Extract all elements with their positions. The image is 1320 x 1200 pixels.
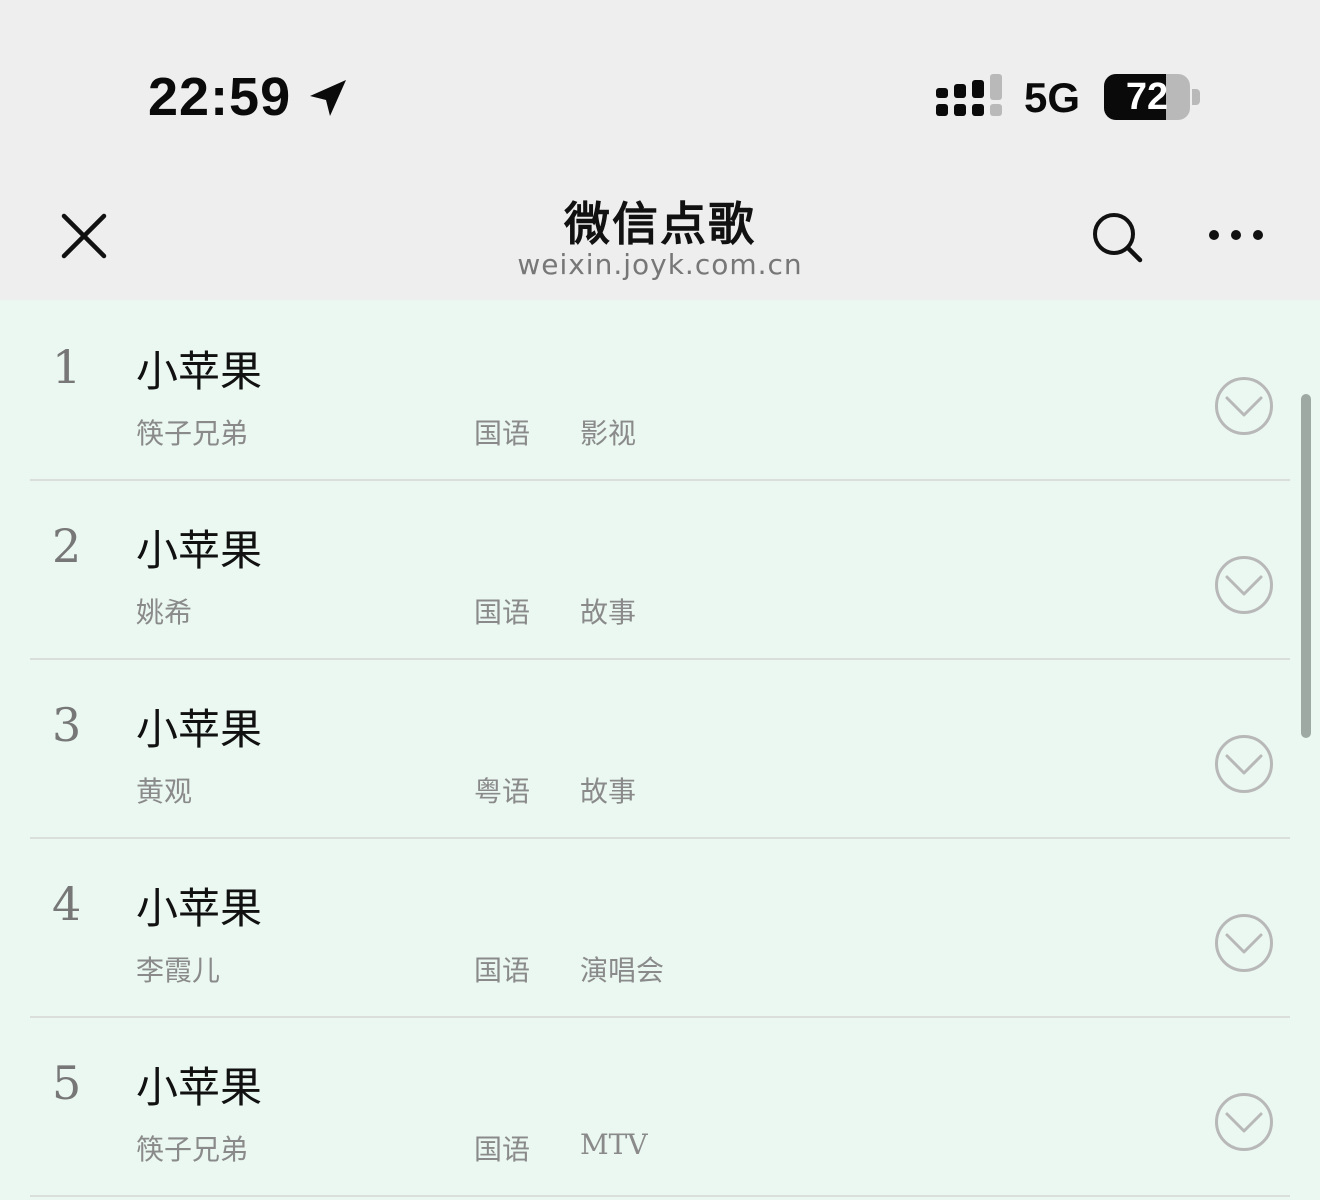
chevron-down-circle-icon[interactable] bbox=[1214, 734, 1274, 794]
song-artist: 黄观 bbox=[136, 775, 193, 808]
song-row-3[interactable]: 3 小苹果 黄观 粤语 故事 bbox=[30, 658, 1290, 839]
song-index: 4 bbox=[52, 877, 82, 931]
song-row-1[interactable]: 1 小苹果 筷子兄弟 国语 影视 bbox=[30, 300, 1290, 481]
more-icon[interactable] bbox=[1206, 222, 1266, 248]
song-language: 国语 bbox=[474, 596, 531, 629]
status-time: 22:59 bbox=[148, 67, 292, 127]
song-index: 1 bbox=[52, 340, 82, 394]
song-tag: 影视 bbox=[580, 417, 637, 450]
song-index: 3 bbox=[52, 698, 82, 752]
song-tag: 故事 bbox=[580, 775, 637, 808]
song-language: 国语 bbox=[474, 954, 531, 987]
song-artist: 姚希 bbox=[136, 596, 193, 629]
location-arrow-icon bbox=[310, 80, 346, 116]
signal-icon bbox=[936, 74, 1002, 116]
scrollbar[interactable] bbox=[1301, 394, 1311, 738]
battery-icon: 72 bbox=[1104, 74, 1200, 120]
song-index: 5 bbox=[52, 1056, 82, 1110]
song-title: 小苹果 bbox=[136, 526, 263, 575]
search-icon[interactable] bbox=[1090, 210, 1144, 264]
chevron-down-circle-icon[interactable] bbox=[1214, 913, 1274, 973]
song-language: 粤语 bbox=[474, 775, 531, 808]
song-language: 国语 bbox=[474, 1133, 531, 1166]
song-index: 2 bbox=[52, 519, 82, 573]
song-tag: 故事 bbox=[580, 596, 637, 629]
song-tag: MTV bbox=[580, 1128, 648, 1161]
network-type: 5G bbox=[1024, 74, 1081, 121]
song-artist: 李霞儿 bbox=[136, 954, 221, 987]
song-artist: 筷子兄弟 bbox=[136, 1133, 249, 1166]
chevron-down-circle-icon[interactable] bbox=[1214, 1092, 1274, 1152]
song-title: 小苹果 bbox=[136, 347, 263, 396]
song-tag: 演唱会 bbox=[580, 954, 665, 987]
song-row-4[interactable]: 4 小苹果 李霞儿 国语 演唱会 bbox=[30, 837, 1290, 1018]
song-row-2[interactable]: 2 小苹果 姚希 国语 故事 bbox=[30, 479, 1290, 660]
song-title: 小苹果 bbox=[136, 705, 263, 754]
battery-percent: 72 bbox=[1125, 76, 1169, 118]
chevron-down-circle-icon[interactable] bbox=[1214, 376, 1274, 436]
song-title: 小苹果 bbox=[136, 1063, 263, 1112]
song-row-5[interactable]: 5 小苹果 筷子兄弟 国语 MTV bbox=[30, 1016, 1290, 1197]
song-artist: 筷子兄弟 bbox=[136, 417, 249, 450]
chevron-down-circle-icon[interactable] bbox=[1214, 555, 1274, 615]
song-list[interactable]: 1 小苹果 筷子兄弟 国语 影视 2 小苹果 姚希 国语 故事 3 小苹果 黄观… bbox=[0, 300, 1320, 1200]
song-title: 小苹果 bbox=[136, 884, 263, 933]
status-bar: 22:59 5G 72 bbox=[0, 0, 1320, 160]
song-language: 国语 bbox=[474, 417, 531, 450]
